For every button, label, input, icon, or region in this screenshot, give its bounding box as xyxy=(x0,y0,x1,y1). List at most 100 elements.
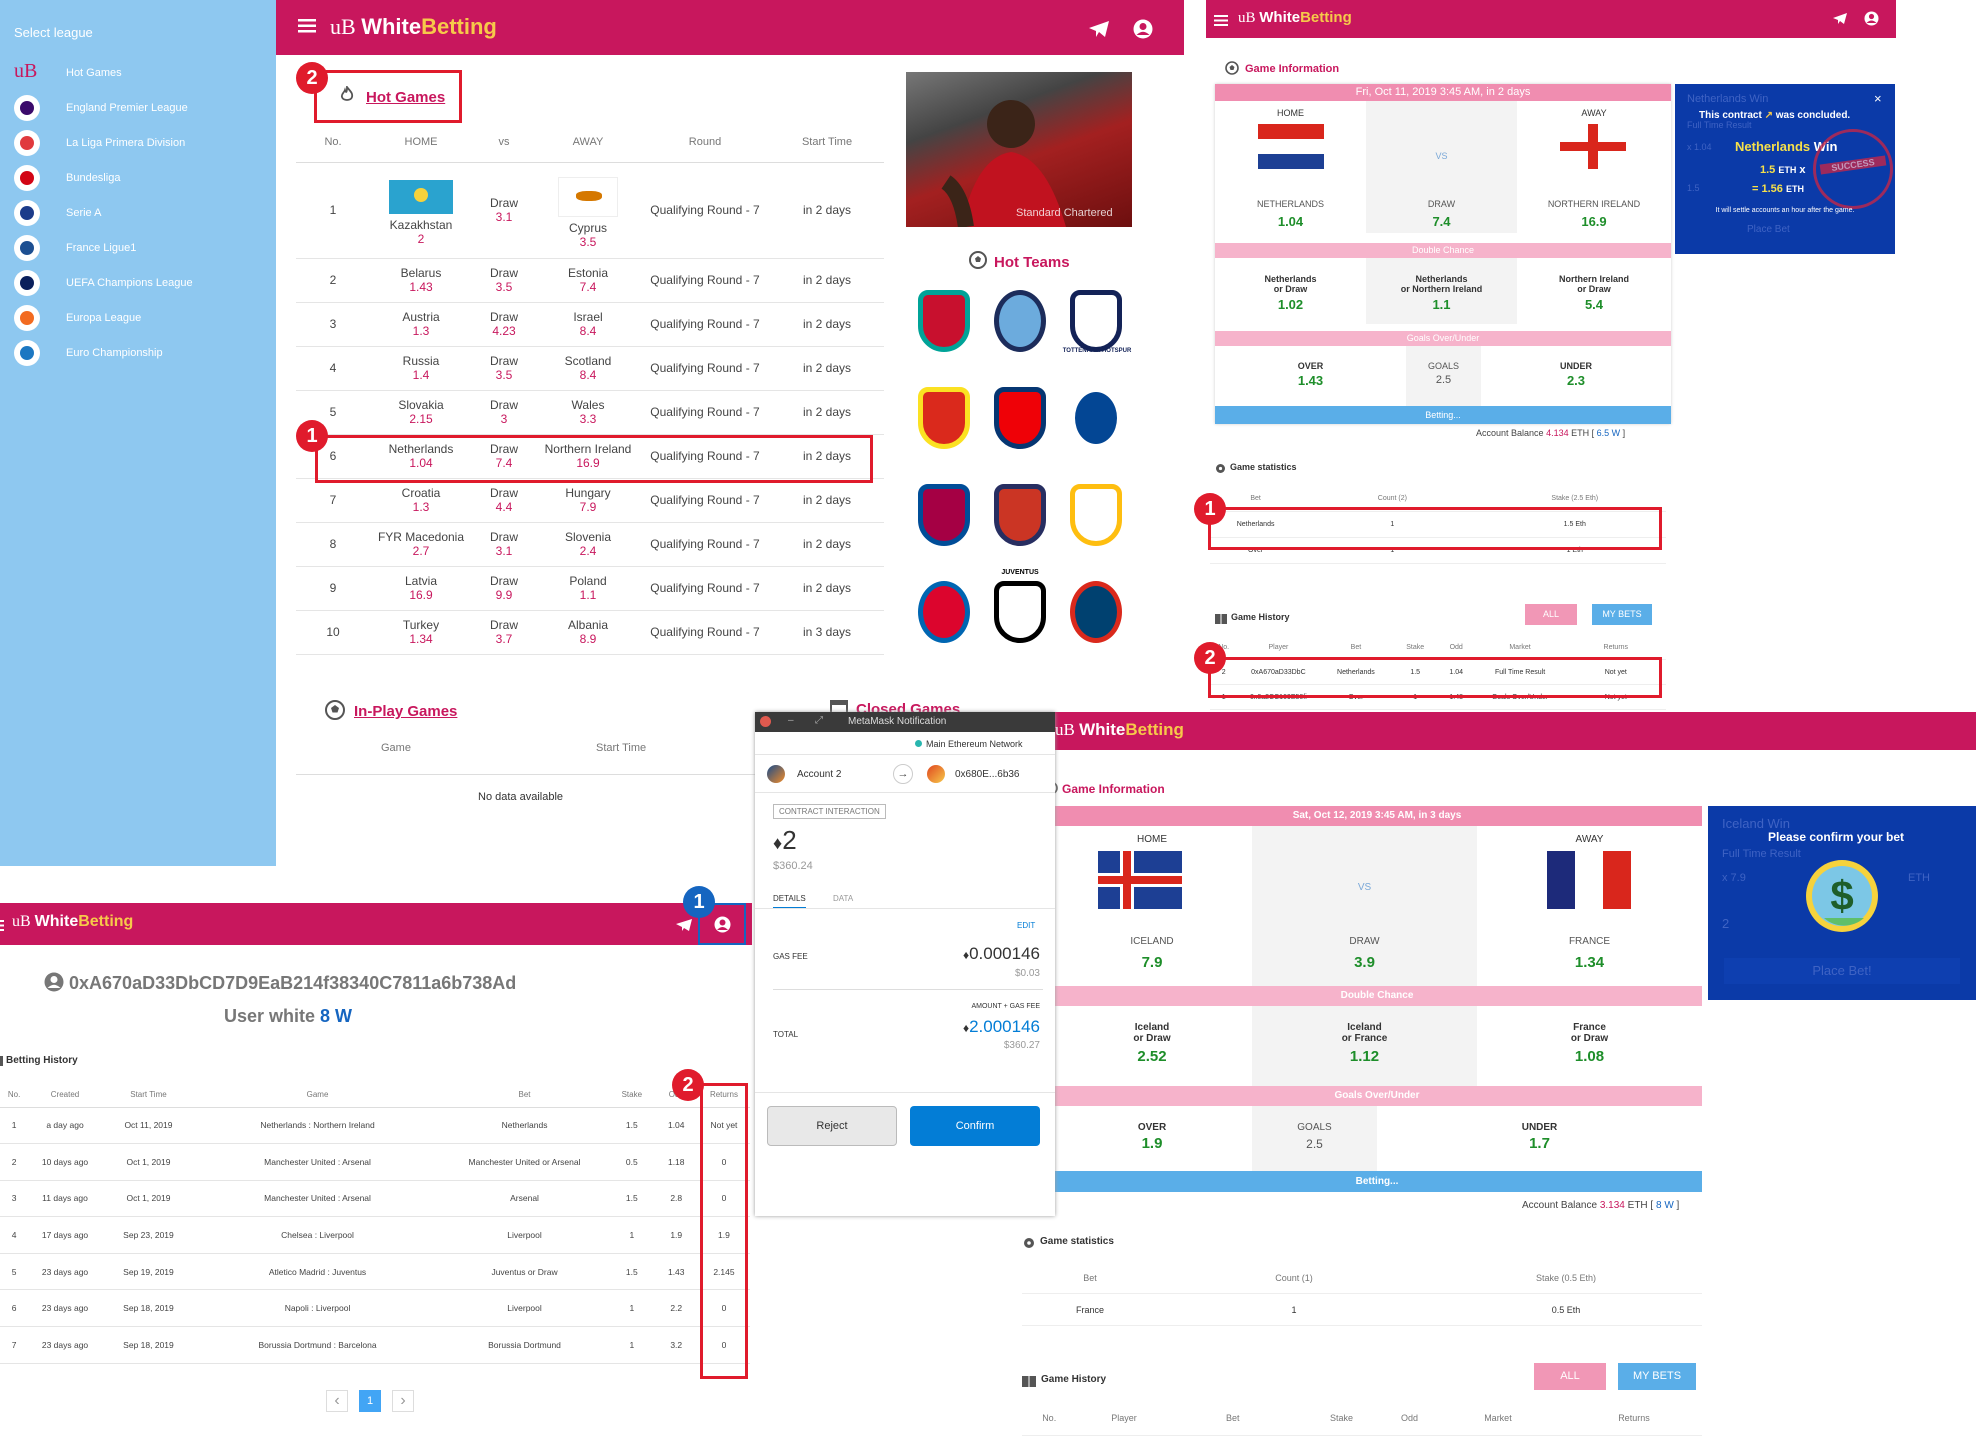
telegram-icon-2[interactable] xyxy=(1832,12,1848,30)
psg-crest-icon[interactable] xyxy=(1066,577,1126,651)
app-logo-4[interactable]: uB WhiteBetting xyxy=(1055,720,1184,740)
chelsea-crest-icon[interactable] xyxy=(1066,383,1126,457)
liverpool-crest-icon[interactable] xyxy=(914,286,974,360)
man-city-crest-icon[interactable] xyxy=(990,286,1050,360)
game1-over[interactable]: OVER 1.43 xyxy=(1215,361,1406,388)
table-row[interactable]: 5 Slovakia 2.15 Draw 3 Wales 3.3 Qualifying Rou… xyxy=(296,390,884,435)
game1-dc2[interactable]: Netherlands or Northern Ireland 1.1 xyxy=(1366,274,1517,312)
app-logo-3[interactable]: uB WhiteBetting xyxy=(12,913,133,931)
game2-dc1[interactable]: Iceland or Draw 2.52 xyxy=(1052,1022,1252,1065)
table-row[interactable]: 3 Austria 1.3 Draw 4.23 Israel 8.4 Qualifying R… xyxy=(296,302,884,347)
table-row[interactable]: France 1 0.5 Eth xyxy=(1022,1294,1702,1326)
table-row[interactable]: 7 23 days ago Sep 18, 2019 Borussia Dortmun… xyxy=(0,1327,750,1364)
game1-dc3[interactable]: Northern Ireland or Draw 5.4 xyxy=(1517,274,1671,312)
table-row[interactable]: 3 11 days ago Oct 1, 2019 Manchester United… xyxy=(0,1180,750,1217)
inplay-title[interactable]: In-Play Games xyxy=(354,703,457,720)
game1-under[interactable]: UNDER 2.3 xyxy=(1481,361,1671,388)
window-minimize-button[interactable]: – xyxy=(788,715,794,726)
sidebar-item[interactable]: England Premier League xyxy=(0,91,276,126)
external-link-icon[interactable]: ↗ xyxy=(1765,110,1773,121)
sidebar-item[interactable]: Europa League xyxy=(0,301,276,336)
game1-home-odd[interactable]: 1.04 xyxy=(1215,214,1366,229)
edit-link[interactable]: EDIT xyxy=(1017,921,1035,930)
table-row[interactable]: 6 23 days ago Sep 18, 2019 Napoli : Liverpo… xyxy=(0,1290,750,1327)
draw-cell[interactable]: Draw 4.4 xyxy=(472,478,536,523)
my-bets-button-2[interactable]: MY BETS xyxy=(1618,1363,1696,1390)
sidebar-item[interactable]: France Ligue1 xyxy=(0,231,276,266)
account-icon[interactable] xyxy=(1133,19,1153,44)
draw-cell[interactable]: Draw 3 xyxy=(472,390,536,435)
barcelona-crest-icon[interactable] xyxy=(914,480,974,554)
all-button[interactable]: ALL xyxy=(1525,604,1577,625)
game2-home-odd[interactable]: 7.9 xyxy=(1052,954,1252,971)
next-page-button[interactable]: › xyxy=(392,1390,414,1412)
table-row[interactable]: 1 a day ago Oct 11, 2019 Netherlands : Nort… xyxy=(0,1107,750,1144)
menu-icon-3[interactable] xyxy=(0,918,4,936)
away-cell[interactable]: Poland 1.1 xyxy=(536,566,640,611)
table-row[interactable]: 4 Russia 1.4 Draw 3.5 Scotland 8.4 Qualifying R… xyxy=(296,346,884,391)
tab-data[interactable]: DATA xyxy=(833,894,853,903)
table-row[interactable]: 10 Turkey 1.34 Draw 3.7 Albania 8.9 Qualifying … xyxy=(296,610,884,655)
home-cell[interactable]: Belarus 1.43 xyxy=(370,258,472,303)
away-cell[interactable]: Estonia 7.4 xyxy=(536,258,640,303)
reject-button[interactable]: Reject xyxy=(767,1106,897,1146)
game2-dc2[interactable]: Iceland or France 1.12 xyxy=(1252,1022,1477,1065)
real-madrid-crest-icon[interactable] xyxy=(1066,480,1126,554)
table-row[interactable]: 1 Kazakhstan 2 Draw 3.1 Cyprus 3.5 Qualifying R… xyxy=(296,162,884,259)
game1-dc1[interactable]: Netherlands or Draw 1.02 xyxy=(1215,274,1366,312)
table-row[interactable]: 9 Latvia 16.9 Draw 9.9 Poland 1.1 Qualifying Ro… xyxy=(296,566,884,611)
draw-cell[interactable]: Draw 3.5 xyxy=(472,258,536,303)
away-cell[interactable]: Israel 8.4 xyxy=(536,302,640,347)
draw-cell[interactable]: Draw 3.5 xyxy=(472,346,536,391)
atletico-crest-icon[interactable] xyxy=(990,480,1050,554)
draw-cell[interactable]: Draw 3.7 xyxy=(472,610,536,655)
sidebar-item[interactable]: Euro Championship xyxy=(0,336,276,371)
game1-draw-odd[interactable]: 7.4 xyxy=(1366,214,1517,229)
game2-away-odd[interactable]: 1.34 xyxy=(1477,954,1702,971)
telegram-icon[interactable] xyxy=(1088,20,1110,43)
window-close-button[interactable] xyxy=(760,716,771,727)
man-united-crest-icon[interactable] xyxy=(914,383,974,457)
juventus-crest-icon[interactable]: JUVENTUS xyxy=(990,569,1050,651)
tab-details[interactable]: DETAILS xyxy=(773,894,806,909)
table-row[interactable]: 7 Croatia 1.3 Draw 4.4 Hungary 7.9 Qualifying R… xyxy=(296,478,884,523)
sidebar-item[interactable]: uB Hot Games xyxy=(0,56,276,91)
popup1-close[interactable]: × xyxy=(1874,91,1882,106)
away-cell[interactable]: Albania 8.9 xyxy=(536,610,640,655)
home-cell[interactable]: Latvia 16.9 xyxy=(370,566,472,611)
game2-under[interactable]: UNDER 1.7 xyxy=(1377,1122,1702,1152)
home-cell[interactable]: FYR Macedonia 2.7 xyxy=(370,522,472,567)
game2-draw-odd[interactable]: 3.9 xyxy=(1252,954,1477,971)
bayern-crest-icon[interactable] xyxy=(914,577,974,651)
sidebar-item[interactable]: UEFA Champions League xyxy=(0,266,276,301)
app-logo[interactable]: uB WhiteBetting xyxy=(330,14,497,40)
home-cell[interactable]: Turkey 1.34 xyxy=(370,610,472,655)
sidebar-item[interactable]: Bundesliga xyxy=(0,161,276,196)
arsenal-crest-icon[interactable] xyxy=(990,383,1050,457)
app-logo-2[interactable]: uB WhiteBetting xyxy=(1238,9,1352,27)
window-maximize-button[interactable]: ⤢ xyxy=(815,715,823,726)
network-indicator[interactable]: Main Ethereum Network xyxy=(915,739,1023,749)
away-cell[interactable]: Slovenia 2.4 xyxy=(536,522,640,567)
game1-away-odd[interactable]: 16.9 xyxy=(1517,214,1671,229)
draw-cell[interactable]: Draw 4.23 xyxy=(472,302,536,347)
table-row[interactable]: 8 FYR Macedonia 2.7 Draw 3.1 Slovenia 2.4 Quali… xyxy=(296,522,884,567)
prev-page-button[interactable]: ‹ xyxy=(326,1390,348,1412)
home-cell[interactable]: Slovakia 2.15 xyxy=(370,390,472,435)
game2-over[interactable]: OVER 1.9 xyxy=(1052,1122,1252,1152)
home-cell[interactable]: Kazakhstan 2 xyxy=(370,162,472,259)
all-button-2[interactable]: ALL xyxy=(1534,1363,1606,1390)
telegram-icon-3[interactable] xyxy=(675,918,693,937)
sidebar-item[interactable]: La Liga Primera Division xyxy=(0,126,276,161)
page-1-button[interactable]: 1 xyxy=(359,1390,381,1412)
account-icon-2[interactable] xyxy=(1864,11,1879,31)
draw-cell[interactable]: Draw 3.1 xyxy=(472,522,536,567)
away-cell[interactable]: Wales 3.3 xyxy=(536,390,640,435)
home-cell[interactable]: Austria 1.3 xyxy=(370,302,472,347)
menu-icon[interactable] xyxy=(298,19,316,33)
away-cell[interactable]: Scotland 8.4 xyxy=(536,346,640,391)
home-cell[interactable]: Russia 1.4 xyxy=(370,346,472,391)
tottenham-crest-icon[interactable]: TOTTENHAM HOTSPUR xyxy=(1063,286,1131,360)
table-row[interactable]: 2 Belarus 1.43 Draw 3.5 Estonia 7.4 Qualifying … xyxy=(296,258,884,303)
sidebar-item[interactable]: Serie A xyxy=(0,196,276,231)
